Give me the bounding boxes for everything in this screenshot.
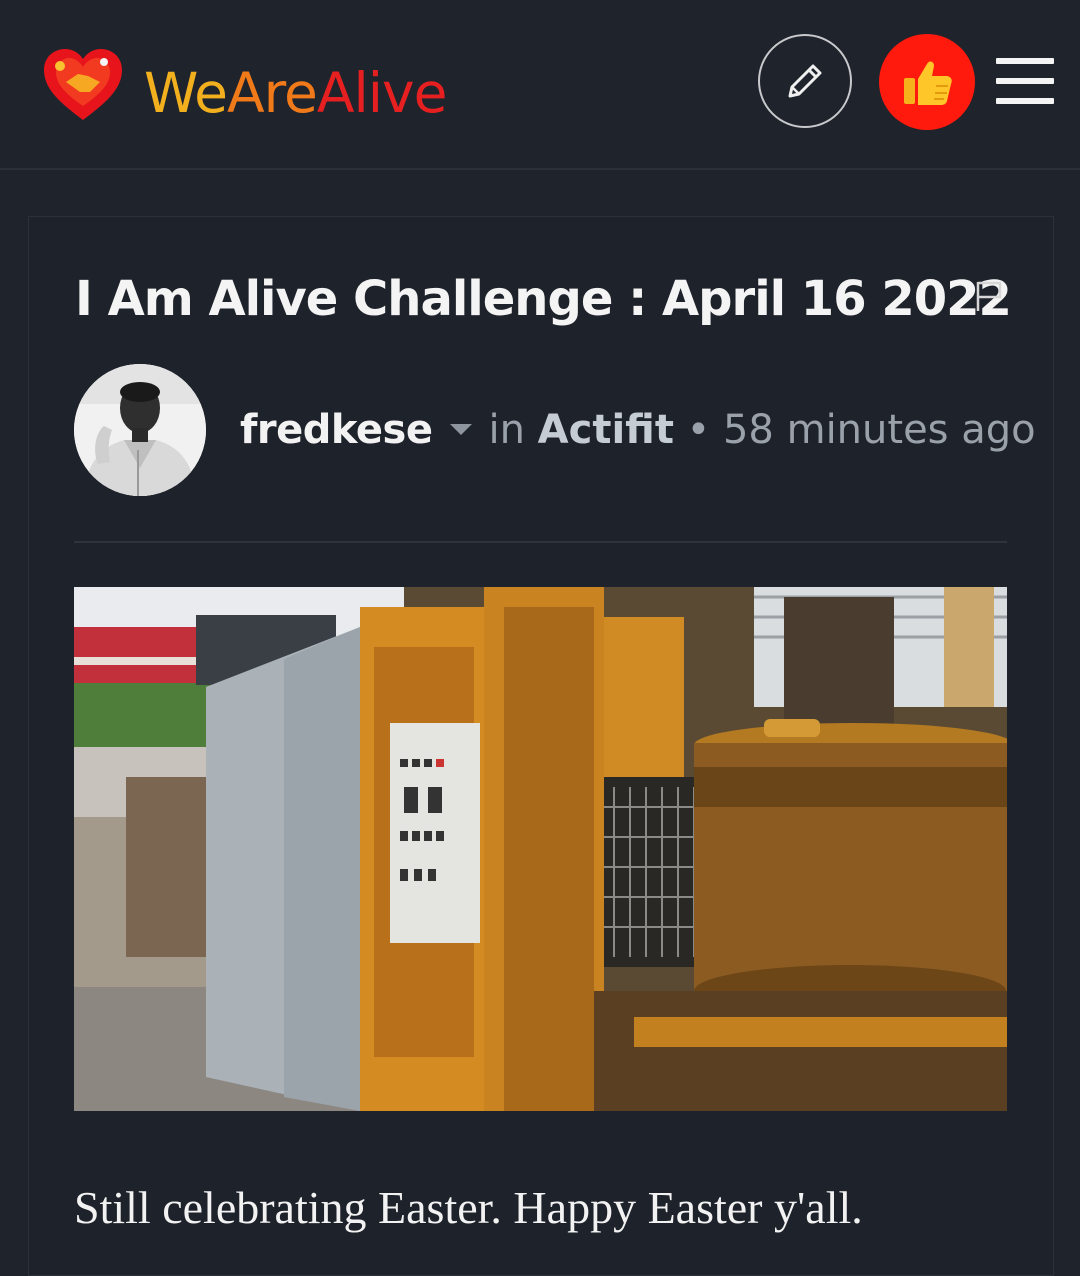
author-dropdown-caret-icon[interactable] xyxy=(450,423,473,435)
post-image[interactable] xyxy=(74,587,1007,1111)
community-link[interactable]: Actifit xyxy=(538,407,674,453)
post-body-text: Still celebrating Easter. Happy Easter y… xyxy=(74,1182,863,1233)
thumbs-up-icon xyxy=(904,61,952,105)
in-label: in xyxy=(488,407,525,453)
divider xyxy=(74,541,1007,543)
flag-icon[interactable] xyxy=(974,280,1004,312)
post-meta: fredkese in Actifit • 58 minutes ago xyxy=(240,402,1036,458)
write-post-button[interactable] xyxy=(758,34,852,128)
author-name-link[interactable]: fredkese xyxy=(240,407,433,453)
logo-word-we: We xyxy=(144,61,228,125)
logo-word-alive: Alive xyxy=(316,61,448,125)
menu-line-icon xyxy=(996,58,1054,64)
menu-line-icon xyxy=(996,98,1054,104)
author-avatar[interactable] xyxy=(74,364,206,496)
pencil-icon xyxy=(788,64,822,98)
menu-line-icon xyxy=(996,78,1054,84)
post-title[interactable]: I Am Alive Challenge : April 16 2022 xyxy=(75,266,1012,332)
industrial-machine-photo xyxy=(74,587,1007,1111)
avatar-photo xyxy=(74,364,206,496)
top-bar: WeAreAlive xyxy=(0,0,1080,170)
post-time[interactable]: 58 minutes ago xyxy=(723,407,1036,453)
meta-separator: • xyxy=(686,407,711,453)
hamburger-menu-button[interactable] xyxy=(996,58,1054,106)
vote-button[interactable] xyxy=(879,34,975,130)
site-logo-text[interactable]: WeAreAlive xyxy=(144,58,448,128)
logo-word-are: Are xyxy=(227,61,318,125)
heart-logo-icon[interactable] xyxy=(42,48,124,122)
